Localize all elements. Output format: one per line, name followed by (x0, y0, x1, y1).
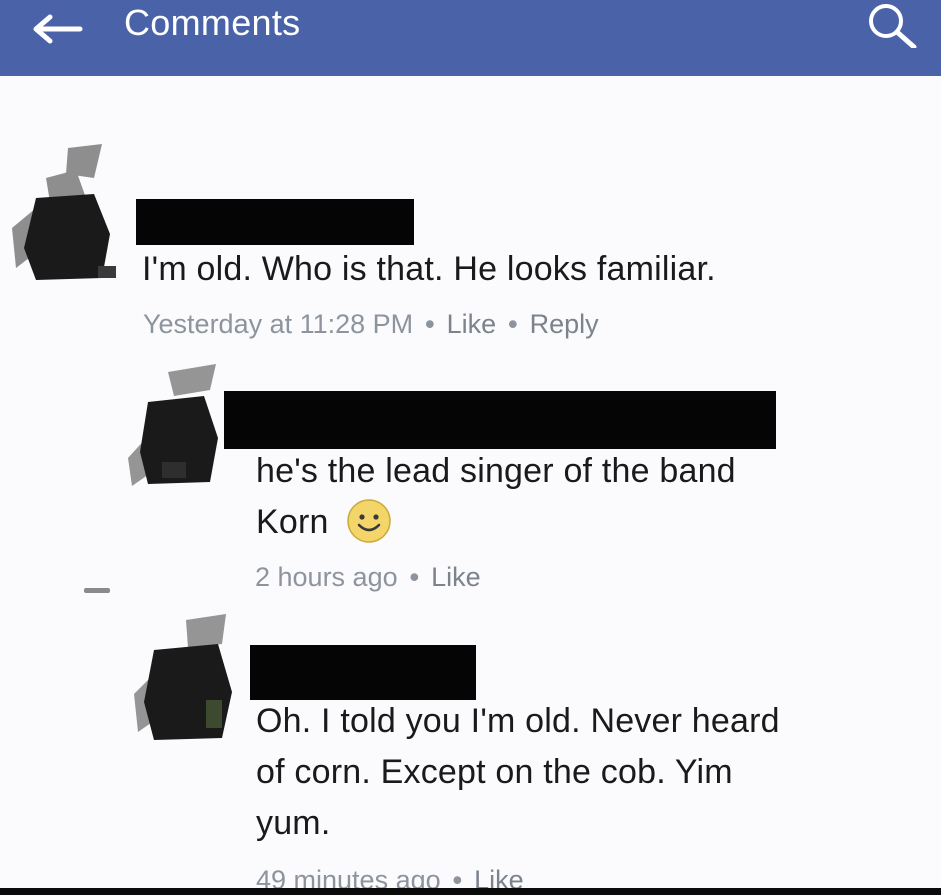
reply-button[interactable]: Reply (530, 309, 599, 339)
avatar[interactable] (118, 362, 224, 490)
redacted-username (224, 391, 776, 449)
bottom-edge-bar (0, 888, 941, 895)
app-header: Comments (0, 0, 941, 76)
search-icon[interactable] (864, 2, 920, 48)
comment-timestamp: Yesterday at 11:28 PM (143, 309, 414, 339)
like-button[interactable]: Like (447, 309, 497, 339)
comment-timestamp: 2 hours ago (255, 562, 398, 592)
avatar[interactable] (6, 138, 132, 286)
arrow-left-icon[interactable] (30, 14, 84, 44)
separator-dot: • (508, 309, 518, 339)
comment-line: of corn. Except on the cob. Yim (256, 753, 733, 791)
comment-line: yum. (256, 804, 331, 842)
separator-dot: • (425, 309, 435, 339)
comment-meta: 2 hours ago • Like (255, 561, 481, 593)
like-button[interactable]: Like (431, 562, 481, 592)
smiley-face-icon (347, 499, 392, 543)
comment-line: Korn (256, 503, 329, 541)
page-title: Comments (124, 2, 301, 43)
comment-text: Oh. I told you I'm old. Never heard of c… (256, 696, 916, 849)
avatar[interactable] (126, 614, 236, 744)
redacted-username (136, 199, 414, 245)
comment-line-with-emoji: Korn (256, 497, 916, 548)
comment-line: he's the lead singer of the band (256, 452, 736, 490)
comment-text: I'm old. Who is that. He looks familiar. (142, 250, 716, 288)
separator-dot: • (409, 562, 420, 592)
divider-mark (84, 588, 110, 593)
redacted-username (250, 645, 476, 700)
comment-meta: Yesterday at 11:28 PM • Like • Reply (143, 308, 599, 340)
comment-text: he's the lead singer of the band Korn (256, 446, 916, 548)
comment-line: Oh. I told you I'm old. Never heard (256, 702, 780, 740)
